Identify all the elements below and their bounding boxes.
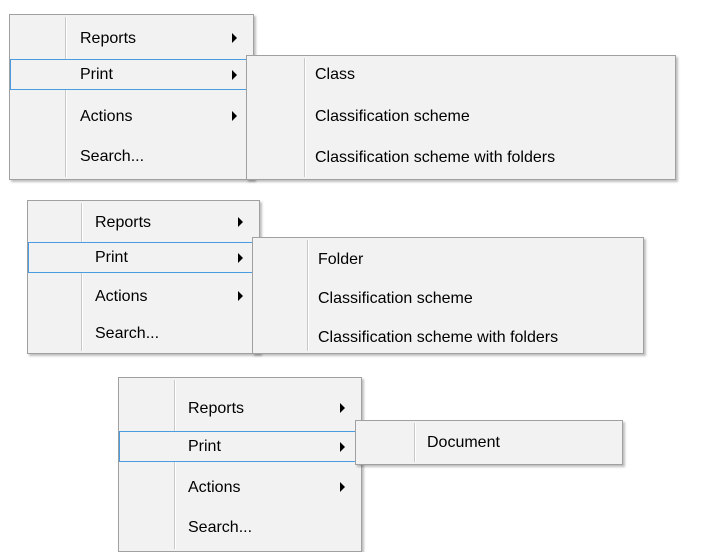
menu-item-search[interactable]: Search... <box>28 318 259 349</box>
menu-item-label: Classification scheme with folders <box>318 328 559 346</box>
menu-item-label: Reports <box>80 29 137 47</box>
menu-item-label: Search... <box>188 518 253 536</box>
print-submenu-2: Folder Classification scheme Classificat… <box>252 237 644 354</box>
menu-item-label: Print <box>80 65 113 83</box>
menu-item-search[interactable]: Search... <box>10 141 253 172</box>
menu-item-label: Reports <box>95 213 152 231</box>
submenu-item-document[interactable]: Document <box>356 427 622 458</box>
menu-item-search[interactable]: Search... <box>119 512 361 543</box>
print-submenu-1: Class Classification scheme Classificati… <box>246 55 676 180</box>
chevron-right-icon <box>340 482 345 492</box>
menu-item-actions[interactable]: Actions <box>119 472 361 503</box>
menu-item-label: Document <box>427 433 500 451</box>
submenu-item-classification-scheme[interactable]: Classification scheme <box>247 101 675 132</box>
submenu-item-folder[interactable]: Folder <box>253 244 643 275</box>
chevron-right-icon <box>340 403 345 413</box>
menu-item-print[interactable]: Print <box>10 59 255 90</box>
menu-item-label: Classification scheme with folders <box>315 148 556 166</box>
menu-item-label: Search... <box>95 324 160 342</box>
submenu-item-class[interactable]: Class <box>247 59 675 90</box>
chevron-right-icon <box>232 33 237 43</box>
menu-item-label: Folder <box>318 250 364 268</box>
menu-item-label: Print <box>188 437 221 455</box>
menu-item-actions[interactable]: Actions <box>28 281 259 312</box>
menu-item-label: Classification scheme <box>318 289 473 307</box>
submenu-item-classification-scheme-with-folders[interactable]: Classification scheme with folders <box>247 142 675 173</box>
chevron-right-icon <box>340 442 345 452</box>
chevron-right-icon <box>238 217 243 227</box>
chevron-right-icon <box>238 291 243 301</box>
menu-item-label: Search... <box>80 147 145 165</box>
menu-item-label: Class <box>315 65 356 83</box>
menu-item-label: Actions <box>188 478 241 496</box>
chevron-right-icon <box>232 70 237 80</box>
context-menu-3: Reports Print Actions Search... <box>118 377 363 552</box>
submenu-item-classification-scheme[interactable]: Classification scheme <box>253 283 643 314</box>
menu-item-label: Actions <box>80 107 133 125</box>
context-menu-2: Reports Print Actions Search... <box>27 200 261 354</box>
menu-item-reports[interactable]: Reports <box>28 207 259 238</box>
menu-item-label: Reports <box>188 399 245 417</box>
menu-item-print[interactable]: Print <box>119 431 363 462</box>
menu-item-label: Print <box>95 248 128 266</box>
menu-item-reports[interactable]: Reports <box>119 393 361 424</box>
menu-item-label: Actions <box>95 287 148 305</box>
print-submenu-3: Document <box>355 420 623 465</box>
menu-item-print[interactable]: Print <box>28 242 261 273</box>
menu-item-label: Classification scheme <box>315 107 470 125</box>
submenu-item-classification-scheme-with-folders[interactable]: Classification scheme with folders <box>253 322 643 353</box>
menu-item-actions[interactable]: Actions <box>10 101 253 132</box>
context-menu-1: Reports Print Actions Search... <box>9 14 255 180</box>
chevron-right-icon <box>232 111 237 121</box>
menu-item-reports[interactable]: Reports <box>10 23 253 54</box>
chevron-right-icon <box>238 253 243 263</box>
